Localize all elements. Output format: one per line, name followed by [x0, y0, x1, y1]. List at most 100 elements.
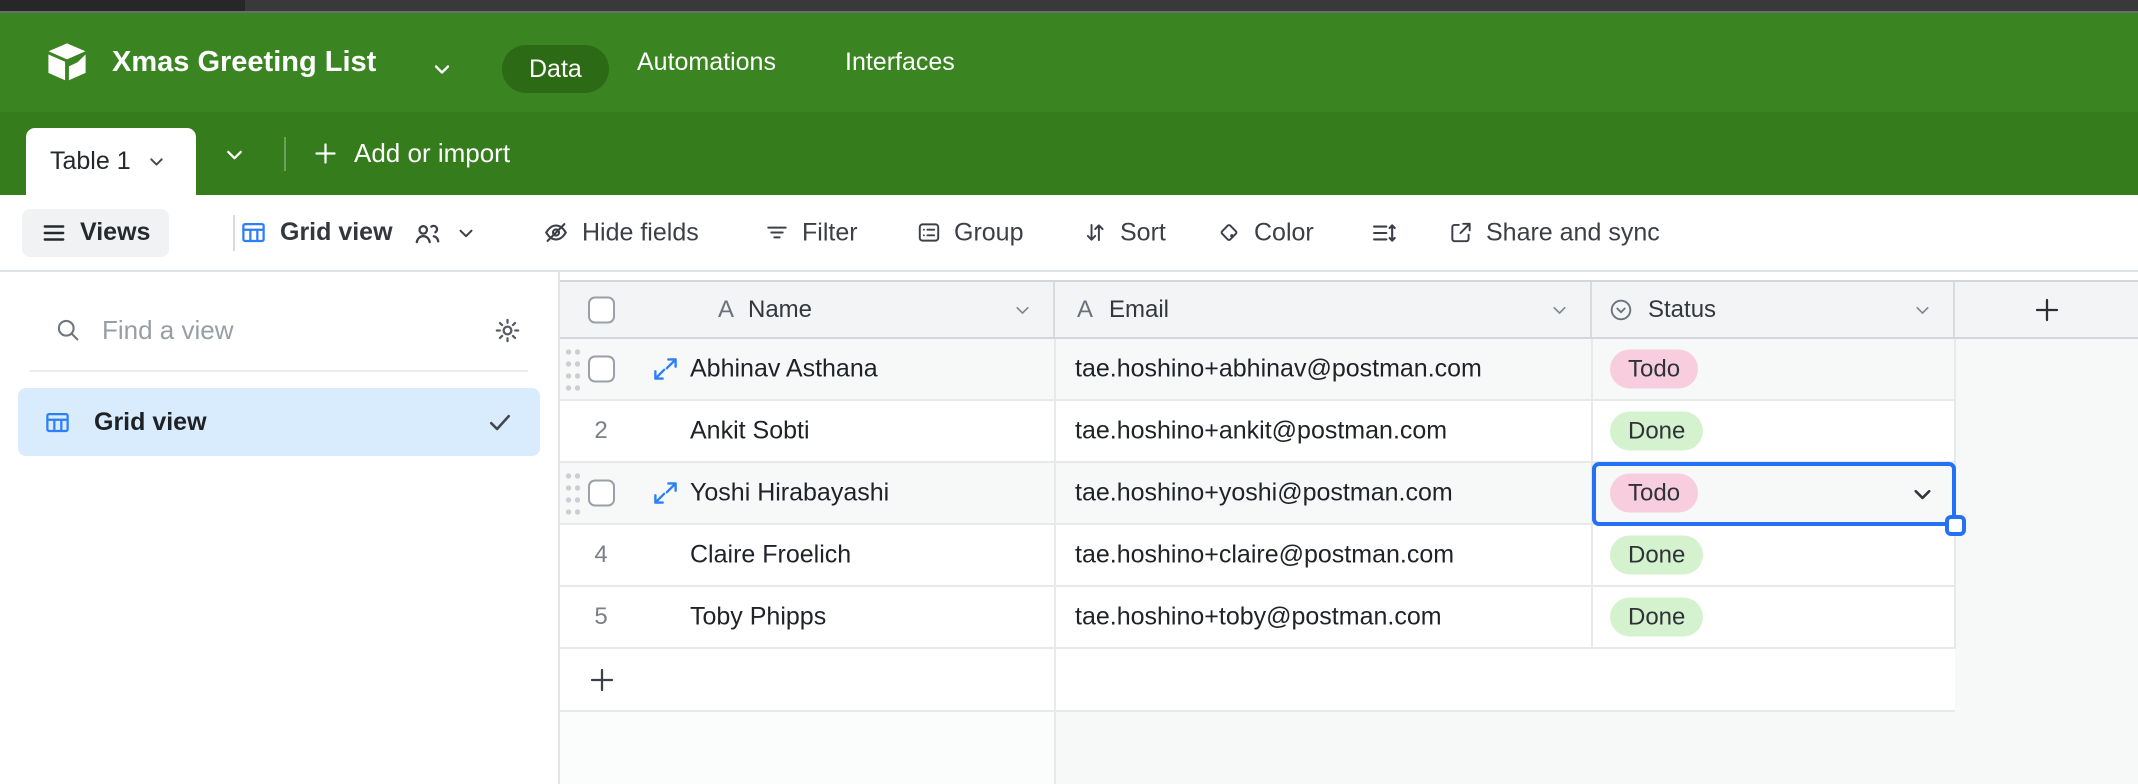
add-field-button[interactable]	[1955, 282, 2138, 337]
plus-icon	[2031, 294, 2063, 326]
views-button[interactable]: Views	[22, 208, 170, 257]
column-border	[1054, 649, 1056, 710]
column-border	[1054, 339, 1056, 649]
cell-status[interactable]: Todo	[1610, 349, 1699, 389]
single-line-text-field-icon: A	[1077, 295, 1094, 323]
gear-icon[interactable]	[493, 316, 522, 345]
color-button[interactable]: Color	[1216, 218, 1314, 247]
row-number: 2	[594, 417, 608, 444]
column-email-label: Email	[1109, 295, 1170, 323]
add-or-import-button[interactable]: Add or import	[312, 112, 510, 195]
view-switcher-chevron-down-icon	[455, 222, 477, 244]
status-pill[interactable]: Done	[1610, 597, 1704, 637]
paint-icon	[1216, 220, 1242, 246]
cell-name[interactable]: Toby Phipps	[690, 603, 826, 632]
cell-status[interactable]: Done	[1610, 535, 1704, 575]
window-chrome-strip	[0, 0, 2138, 13]
select-option-chevron-down-icon[interactable]	[1909, 481, 1936, 508]
menu-icon	[41, 220, 67, 246]
group-button[interactable]: Group	[916, 218, 1023, 247]
base-title[interactable]: Xmas Greeting List	[112, 46, 376, 79]
column-chevron-down-icon[interactable]	[1549, 299, 1570, 320]
cell-status[interactable]: Done	[1610, 411, 1704, 451]
table-row[interactable]: 5 Toby Phipps tae.hoshino+toby@postman.c…	[560, 587, 1955, 649]
group-label: Group	[954, 218, 1024, 246]
sidebar-view-item-grid-view[interactable]: Grid view	[18, 388, 540, 456]
select-all-checkbox[interactable]	[588, 296, 615, 323]
column-header-status[interactable]: Status	[1592, 282, 1955, 337]
views-sidebar: Grid view	[0, 272, 560, 784]
base-title-chevron-down-icon[interactable]	[430, 57, 454, 81]
airtable-logo-icon[interactable]	[44, 39, 90, 85]
cell-status[interactable]: Done	[1610, 597, 1704, 637]
status-pill[interactable]: Done	[1610, 535, 1704, 575]
row-height-button[interactable]	[1370, 219, 1398, 247]
status-pill[interactable]: Done	[1610, 411, 1704, 451]
column-status-label: Status	[1648, 295, 1717, 323]
cell-email[interactable]: tae.hoshino+toby@postman.com	[1075, 603, 1442, 632]
share-and-sync-button[interactable]: Share and sync	[1448, 218, 1660, 247]
single-select-field-icon	[1608, 297, 1634, 323]
column-chevron-down-icon[interactable]	[1912, 299, 1933, 320]
topnav-tab-interfaces[interactable]: Interfaces	[845, 13, 955, 112]
status-pill[interactable]: Todo	[1610, 349, 1699, 389]
fill-handle[interactable]	[1945, 515, 1966, 536]
cell-name[interactable]: Ankit Sobti	[690, 417, 810, 446]
table-row[interactable]: Abhinav Asthana tae.hoshino+abhinav@post…	[560, 339, 1955, 401]
sidebar-view-label: Grid view	[94, 407, 207, 436]
grid-view-icon	[44, 409, 71, 436]
grid-top-strip	[560, 272, 2138, 280]
cell-email[interactable]: tae.hoshino+abhinav@postman.com	[1075, 355, 1482, 384]
check-icon	[486, 408, 514, 436]
row-number: 4	[594, 541, 608, 568]
selected-cell-outline[interactable]	[1592, 462, 1956, 526]
toolbar-divider	[233, 214, 235, 251]
column-header-email[interactable]: A Email	[1055, 282, 1592, 337]
add-row-button[interactable]	[560, 649, 1955, 712]
row-checkbox[interactable]	[588, 479, 615, 507]
column-chevron-down-icon[interactable]	[1012, 299, 1033, 320]
cell-name[interactable]: Yoshi Hirabayashi	[690, 479, 889, 508]
group-icon	[916, 220, 942, 246]
hide-fields-button[interactable]: Hide fields	[542, 218, 699, 247]
hide-fields-label: Hide fields	[582, 218, 699, 246]
plus-icon	[586, 664, 618, 696]
table-tab-active[interactable]: Table 1	[26, 128, 196, 195]
current-view-label: Grid view	[280, 218, 393, 246]
grid-view-icon	[240, 219, 267, 246]
cell-name[interactable]: Claire Froelich	[690, 541, 851, 570]
topnav-tab-automations[interactable]: Automations	[637, 13, 776, 112]
row-checkbox[interactable]	[588, 355, 615, 383]
view-toolbar: Views Grid view Hide fields Filter Group	[0, 195, 2138, 272]
cell-email[interactable]: tae.hoshino+ankit@postman.com	[1075, 417, 1447, 446]
collaborators-icon	[412, 218, 442, 248]
drag-handle-icon[interactable]	[564, 346, 580, 392]
find-view-input[interactable]	[102, 314, 473, 346]
drag-handle-icon[interactable]	[564, 470, 580, 516]
cell-email[interactable]: tae.hoshino+yoshi@postman.com	[1075, 479, 1453, 508]
current-view-button[interactable]: Grid view	[240, 218, 477, 248]
filter-button[interactable]: Filter	[764, 218, 858, 247]
tablebar-divider	[284, 137, 286, 171]
add-or-import-label: Add or import	[354, 138, 511, 168]
column-header-name[interactable]: A Name	[560, 282, 1055, 337]
cell-email[interactable]: tae.hoshino+claire@postman.com	[1075, 541, 1454, 570]
plus-icon	[312, 140, 339, 167]
sort-button[interactable]: Sort	[1082, 218, 1166, 247]
views-label: Views	[80, 218, 151, 246]
grid-footer-cell	[560, 712, 1056, 784]
table-row[interactable]: 2 Ankit Sobti tae.hoshino+ankit@postman.…	[560, 401, 1955, 463]
table-row[interactable]: 4 Claire Froelich tae.hoshino+claire@pos…	[560, 525, 1955, 587]
column-name-label: Name	[748, 295, 813, 323]
table-list-chevron-down-icon[interactable]	[216, 136, 252, 172]
topnav-tab-data[interactable]: Data	[502, 45, 609, 93]
share-and-sync-label: Share and sync	[1486, 218, 1660, 246]
expand-record-icon[interactable]	[652, 356, 679, 383]
sidebar-divider	[30, 370, 528, 372]
filter-icon	[764, 220, 790, 246]
cell-name[interactable]: Abhinav Asthana	[690, 355, 878, 384]
eye-off-icon	[542, 219, 570, 247]
single-line-text-field-icon: A	[718, 295, 735, 323]
search-icon	[54, 316, 82, 344]
expand-record-icon[interactable]	[652, 480, 679, 507]
